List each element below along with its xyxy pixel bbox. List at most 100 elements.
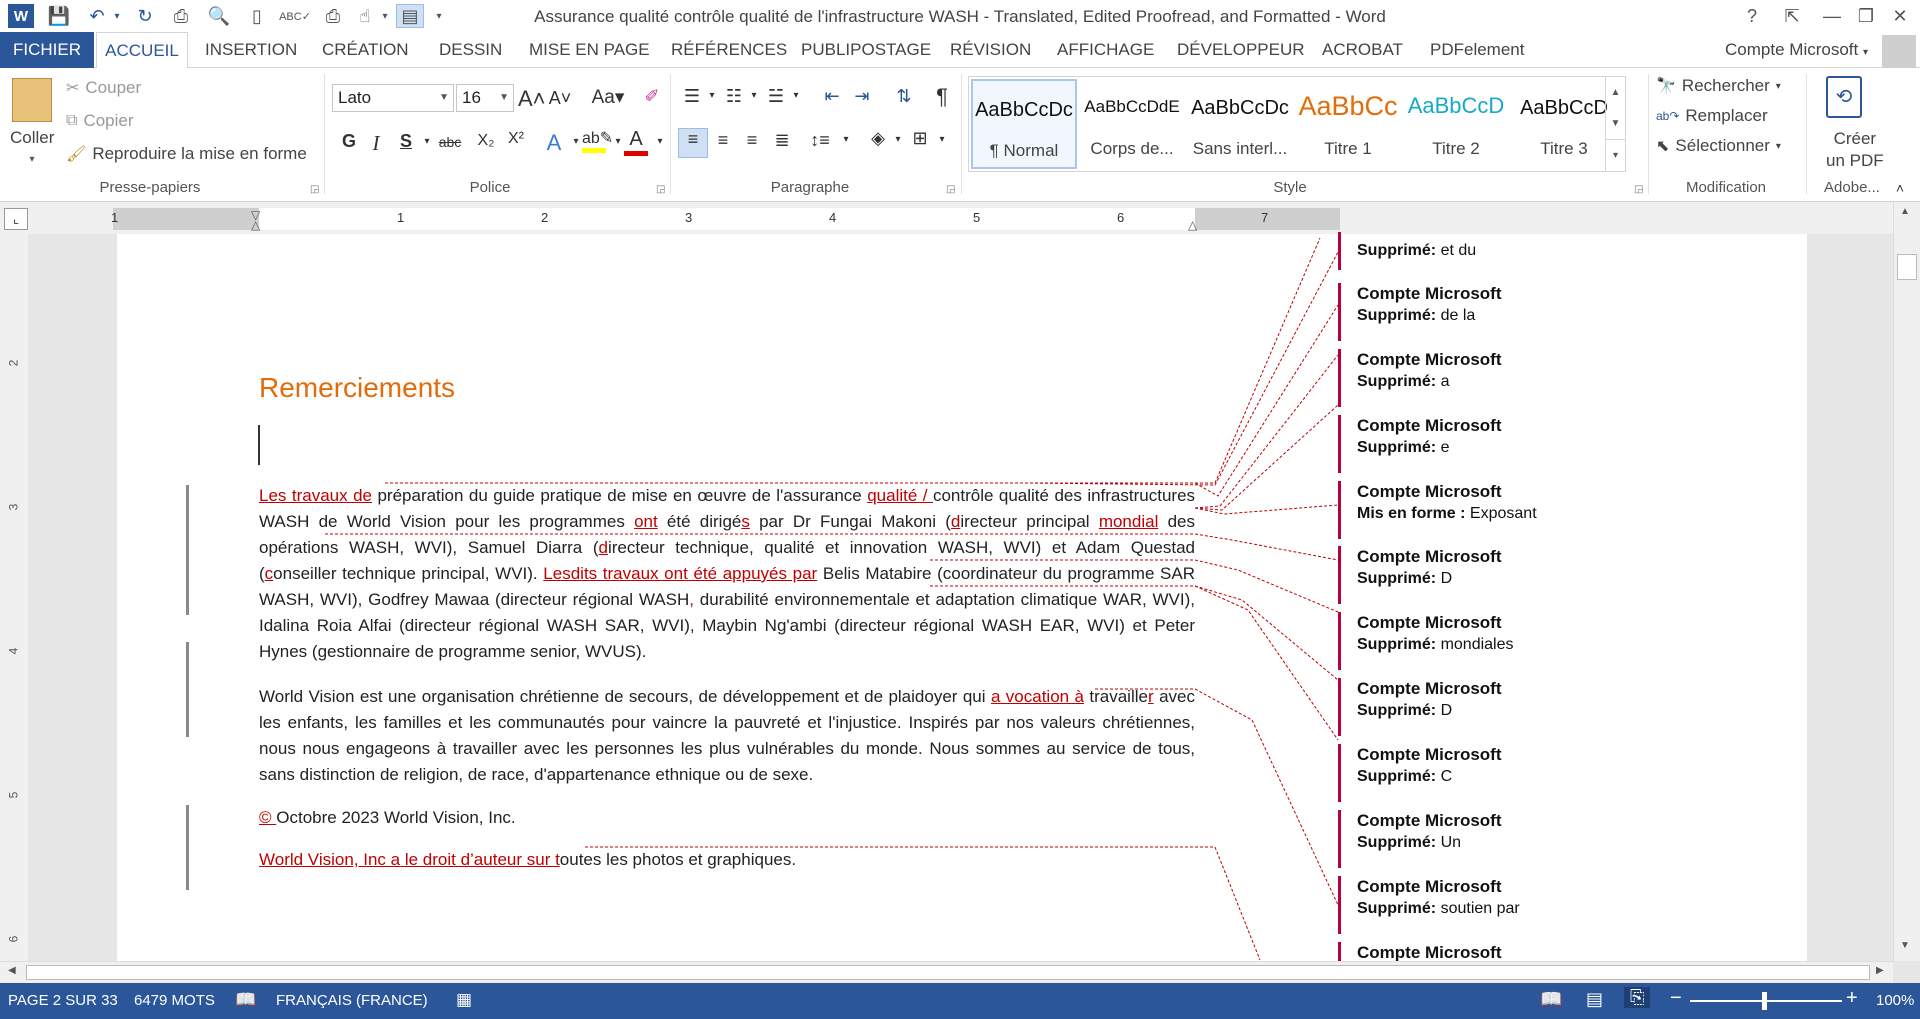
account-menu[interactable]: Compte Microsoft ▾ <box>1725 32 1868 68</box>
scroll-right-icon[interactable]: ▶ <box>1876 965 1884 976</box>
zoom-slider-thumb[interactable] <box>1762 992 1767 1010</box>
read-mode-icon[interactable]: 📖 <box>1540 989 1562 1010</box>
bullets-dropdown-icon[interactable]: ▾ <box>700 90 724 101</box>
tab-creation[interactable]: CRÉATION <box>320 32 411 68</box>
page-count[interactable]: PAGE 2 SUR 33 <box>8 992 118 1009</box>
clipboard-launcher-icon[interactable]: ◲ <box>310 184 319 195</box>
gallery-more-icon[interactable]: ▾ <box>1605 139 1625 171</box>
help-button[interactable]: ? <box>1732 2 1772 30</box>
revision-balloon[interactable]: Compte Microsoft Supprimé: C <box>1338 744 1598 802</box>
paste-icon[interactable] <box>12 78 52 122</box>
align-center-icon[interactable]: ≡ <box>711 130 735 151</box>
copy-button[interactable]: ⧉ Copier <box>66 111 134 131</box>
italic-button[interactable]: I <box>364 131 388 156</box>
subscript-button[interactable]: X₂ <box>472 132 500 150</box>
line-spacing-dropdown-icon[interactable]: ▾ <box>834 134 858 145</box>
horizontal-scrollbar[interactable]: ◀ ▶ <box>0 961 1893 983</box>
print-layout-view-icon[interactable]: ▤ <box>1586 989 1603 1010</box>
borders-icon[interactable]: ⊞ <box>908 128 932 149</box>
tab-affichage[interactable]: AFFICHAGE <box>1055 32 1156 68</box>
shading-dropdown-icon[interactable]: ▾ <box>886 134 910 145</box>
tab-accueil[interactable]: ACCUEIL <box>96 32 188 69</box>
styles-launcher-icon[interactable]: ◲ <box>1634 184 1643 195</box>
revision-balloon[interactable]: Supprimé: et du <box>1338 232 1598 270</box>
change-case-button[interactable]: Aa▾ <box>588 86 628 109</box>
avatar[interactable] <box>1882 35 1916 69</box>
tab-revision[interactable]: RÉVISION <box>948 32 1033 68</box>
tab-acrobat[interactable]: ACROBAT <box>1320 32 1405 68</box>
proofing-icon[interactable]: 📖 <box>235 990 256 1010</box>
gallery-down-icon[interactable]: ▼ <box>1605 108 1625 139</box>
revision-balloon[interactable]: Compte Microsoft Supprimé: D <box>1338 546 1598 604</box>
align-right-icon[interactable]: ≡ <box>740 130 764 151</box>
superscript-button[interactable]: X² <box>502 130 530 148</box>
zoom-in-button[interactable]: + <box>1846 987 1858 1010</box>
bold-button[interactable]: G <box>337 131 361 152</box>
revision-balloon[interactable]: Compte Microsoft Supprimé: Un <box>1338 810 1598 868</box>
close-button[interactable]: ✕ <box>1880 2 1920 30</box>
revision-balloon[interactable]: Compte Microsoft <box>1338 942 1598 961</box>
revision-balloon[interactable]: Compte Microsoft Mis en forme : Exposant <box>1338 481 1598 539</box>
tab-references[interactable]: RÉFÉRENCES <box>669 32 789 68</box>
revision-balloon[interactable]: Compte Microsoft Supprimé: mondiales <box>1338 612 1598 670</box>
right-indent-icon[interactable]: △ <box>1188 218 1197 232</box>
revision-balloon[interactable]: Compte Microsoft Supprimé: D <box>1338 678 1598 736</box>
scroll-up-icon[interactable]: ▲ <box>1900 206 1910 217</box>
show-marks-icon[interactable]: ¶ <box>930 84 954 110</box>
zoom-out-button[interactable]: − <box>1670 987 1682 1010</box>
align-left-icon[interactable]: ≡ <box>678 128 708 158</box>
zoom-level[interactable]: 100% <box>1876 992 1914 1009</box>
highlight-icon[interactable]: ab✎ <box>582 128 613 153</box>
tab-developpeur[interactable]: DÉVELOPPEUR <box>1175 32 1307 68</box>
create-pdf-icon[interactable]: ⟲ <box>1826 76 1862 118</box>
paste-dropdown-icon[interactable]: ▾ <box>20 154 44 165</box>
multilevel-dropdown-icon[interactable]: ▾ <box>784 90 808 101</box>
borders-dropdown-icon[interactable]: ▾ <box>930 134 954 145</box>
font-color-icon[interactable]: A <box>624 128 648 156</box>
numbering-dropdown-icon[interactable]: ▾ <box>742 90 766 101</box>
font-size-combo[interactable]: 16 ▼ <box>456 84 514 112</box>
macro-icon[interactable]: ▦ <box>456 990 472 1010</box>
tab-mise-en-page[interactable]: MISE EN PAGE <box>527 32 652 68</box>
horizontal-ruler[interactable]: 1 1 2 3 4 5 6 7 ▽ △ △ <box>111 208 1340 232</box>
justify-icon[interactable]: ≣ <box>770 130 794 151</box>
find-button[interactable]: 🔭 Rechercher ▾ <box>1656 76 1781 96</box>
format-painter-button[interactable]: 🖌 Reproduire la mise en forme <box>66 144 307 164</box>
scroll-thumb[interactable] <box>1897 254 1917 280</box>
tab-fichier[interactable]: FICHIER <box>0 32 94 68</box>
shrink-font-icon[interactable]: A˅ <box>548 88 572 109</box>
hanging-indent-icon[interactable]: △ <box>251 218 260 232</box>
tab-dessin[interactable]: DESSIN <box>437 32 504 68</box>
grow-font-icon[interactable]: A˄ <box>518 86 546 112</box>
revision-balloon[interactable]: Compte Microsoft Supprimé: de la <box>1338 283 1598 341</box>
decrease-indent-icon[interactable]: ⇤ <box>820 86 844 107</box>
tab-pdfelement[interactable]: PDFelement <box>1428 32 1526 68</box>
scroll-left-icon[interactable]: ◀ <box>8 965 16 976</box>
style-corps[interactable]: AaBbCcDdE Corps de... <box>1079 79 1185 169</box>
create-pdf-button[interactable]: Créer un PDF <box>1826 128 1884 172</box>
revision-balloon[interactable]: Compte Microsoft Supprimé: soutien par <box>1338 876 1598 934</box>
cut-button[interactable]: ✂ Couper <box>66 78 141 98</box>
tab-insertion[interactable]: INSERTION <box>203 32 299 68</box>
increase-indent-icon[interactable]: ⇥ <box>850 86 874 107</box>
language-status[interactable]: FRANÇAIS (FRANCE) <box>276 992 428 1009</box>
vertical-ruler[interactable]: 2 3 4 5 6 <box>0 234 28 961</box>
revision-balloon[interactable]: Compte Microsoft Supprimé: a <box>1338 349 1598 407</box>
paragraph-launcher-icon[interactable]: ◲ <box>946 184 955 195</box>
sort-icon[interactable]: ⇅ <box>892 86 916 107</box>
style-sans-interligne[interactable]: AaBbCcDc Sans interl... <box>1187 79 1293 169</box>
paste-button[interactable]: Coller <box>10 128 54 148</box>
collapse-ribbon-icon[interactable]: ˄ <box>1888 180 1912 196</box>
style-normal[interactable]: AaBbCcDc ¶ Normal <box>971 79 1077 169</box>
tab-publipostage[interactable]: PUBLIPOSTAGE <box>799 32 933 68</box>
scroll-down-icon[interactable]: ▼ <box>1900 940 1910 951</box>
font-color-dropdown-icon[interactable]: ▾ <box>648 136 672 147</box>
revision-balloon[interactable]: Compte Microsoft Supprimé: e <box>1338 415 1598 473</box>
ribbon-display-button[interactable]: ⇱ <box>1772 2 1812 30</box>
replace-button[interactable]: ab↷ Remplacer <box>1656 106 1768 126</box>
word-count[interactable]: 6479 MOTS <box>134 992 215 1009</box>
style-titre-3[interactable]: AaBbCcD Titre 3 <box>1511 79 1617 169</box>
select-button[interactable]: ⬉ Sélectionner ▾ <box>1656 136 1781 156</box>
style-titre-2[interactable]: AaBbCcD Titre 2 <box>1403 79 1509 169</box>
text-effects-icon[interactable]: A <box>542 130 566 156</box>
